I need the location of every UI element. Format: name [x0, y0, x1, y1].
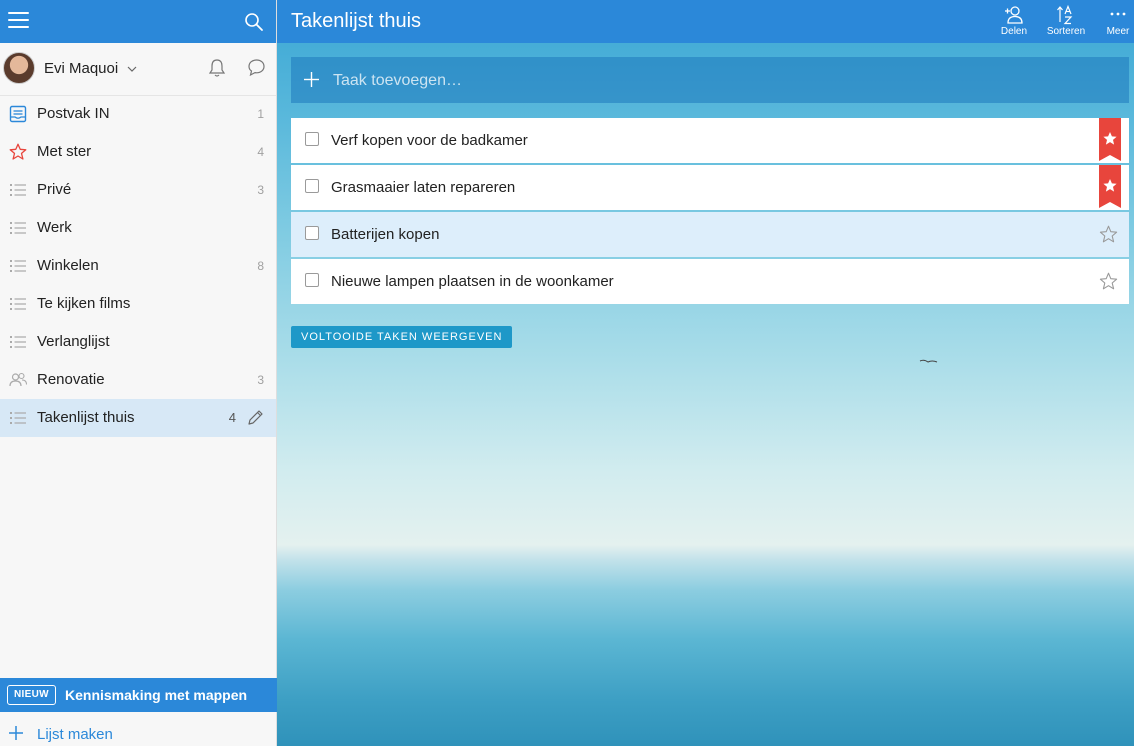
item-count: 4 [228, 410, 236, 425]
list-icon [10, 412, 26, 424]
sidebar-item-label: Verlanglijst [37, 333, 110, 350]
list-icon [10, 336, 26, 348]
sort-button[interactable]: Sorteren [1041, 5, 1091, 41]
sidebar-item-prive[interactable]: Privé 3 [0, 171, 276, 209]
avatar[interactable] [3, 52, 35, 84]
bell-icon[interactable] [208, 58, 226, 78]
comment-icon[interactable] [247, 58, 266, 77]
more-label: Meer [1106, 26, 1130, 37]
sidebar-item-verlanglijst[interactable]: Verlanglijst [0, 323, 276, 361]
task-title: Grasmaaier laten repareren [331, 179, 516, 196]
star-outline-icon[interactable] [1099, 225, 1118, 244]
task-row[interactable]: Grasmaaier laten repareren [291, 165, 1129, 210]
sidebar-item-label: Renovatie [37, 371, 105, 388]
promo-text: Kennismaking met mappen [65, 687, 248, 703]
sidebar-item-renovatie[interactable]: Renovatie 3 [0, 361, 276, 399]
sidebar-item-label: Takenlijst thuis [37, 409, 135, 426]
add-task-input[interactable] [331, 70, 1095, 92]
task-checkbox[interactable] [305, 132, 319, 146]
sidebar-item-takenlijst-thuis[interactable]: Takenlijst thuis 4 [0, 399, 276, 437]
share-button[interactable]: Delen [989, 5, 1039, 41]
task-checkbox[interactable] [305, 226, 319, 240]
list-icon [10, 184, 26, 196]
task-checkbox[interactable] [305, 179, 319, 193]
task-title: Batterijen kopen [331, 226, 440, 243]
plus-icon [9, 726, 23, 740]
sidebar-item-winkelen[interactable]: Winkelen 8 [0, 247, 276, 285]
star-flag-icon[interactable] [1099, 118, 1121, 161]
shared-list-icon [9, 372, 27, 387]
task-row[interactable]: Verf kopen voor de badkamer [291, 118, 1129, 163]
user-name[interactable]: Evi Maquoi [44, 60, 118, 77]
task-title: Verf kopen voor de badkamer [331, 132, 528, 149]
add-person-icon [1005, 6, 1023, 24]
sidebar-item-label: Met ster [37, 143, 92, 160]
list-icon [10, 298, 26, 310]
sidebar-item-label: Postvak IN [37, 105, 110, 122]
chevron-down-icon[interactable] [127, 64, 137, 74]
search-icon[interactable] [244, 12, 264, 32]
sort-icon [1057, 5, 1073, 25]
task-row[interactable]: Batterijen kopen [291, 212, 1129, 257]
star-flag-icon[interactable] [1099, 165, 1121, 208]
sidebar-item-te-kijken-films[interactable]: Te kijken films [0, 285, 276, 323]
plus-icon [304, 72, 319, 87]
hamburger-menu-icon[interactable] [8, 12, 29, 30]
pencil-icon[interactable] [246, 409, 264, 427]
sidebar-item-label: Winkelen [37, 257, 99, 274]
promo-banner[interactable]: NIEUW Kennismaking met mappen [0, 678, 277, 712]
bird-decoration [919, 359, 938, 363]
sidebar-item-label: Werk [37, 219, 72, 236]
list-icon [10, 260, 26, 272]
task-checkbox[interactable] [305, 273, 319, 287]
more-button[interactable]: Meer [1093, 5, 1134, 41]
item-count: 4 [257, 145, 264, 159]
task-row[interactable]: Nieuwe lampen plaatsen in de woonkamer [291, 259, 1129, 304]
show-completed-button[interactable]: VOLTOOIDE TAKEN WEERGEVEN [291, 326, 513, 348]
list-toolbar: Takenlijst thuis Delen Sorteren Meer [277, 0, 1134, 43]
more-dots-icon [1110, 12, 1126, 16]
item-count: 1 [257, 107, 264, 121]
sort-label: Sorteren [1046, 26, 1086, 37]
new-badge: NIEUW [7, 685, 56, 705]
star-icon [9, 143, 27, 160]
user-row: Evi Maquoi [0, 43, 276, 96]
create-list-label: Lijst maken [37, 726, 113, 743]
create-list-button[interactable]: Lijst maken [0, 718, 277, 746]
item-count: 8 [257, 259, 264, 273]
add-task-bar[interactable] [291, 57, 1129, 103]
sidebar-item-label: Te kijken films [37, 295, 131, 312]
sidebar-item-label: Privé [37, 181, 72, 198]
task-title: Nieuwe lampen plaatsen in de woonkamer [331, 273, 614, 290]
item-count: 3 [257, 183, 264, 197]
list-icon [10, 222, 26, 234]
sidebar-header [0, 0, 276, 43]
share-label: Delen [1000, 26, 1028, 37]
sidebar-item-postvak-in[interactable]: Postvak IN 1 [0, 95, 276, 133]
inbox-icon [9, 105, 27, 123]
main-panel: Takenlijst thuis Delen Sorteren Meer Taa… [277, 0, 1134, 746]
sidebar-item-met-ster[interactable]: Met ster 4 [0, 133, 276, 171]
item-count: 3 [257, 373, 264, 387]
sidebar-item-werk[interactable]: Werk [0, 209, 276, 247]
sidebar: Evi Maquoi Postvak IN 1 Met ster 4 Privé… [0, 0, 277, 746]
star-outline-icon[interactable] [1099, 272, 1118, 291]
page-title: Takenlijst thuis [291, 10, 422, 32]
